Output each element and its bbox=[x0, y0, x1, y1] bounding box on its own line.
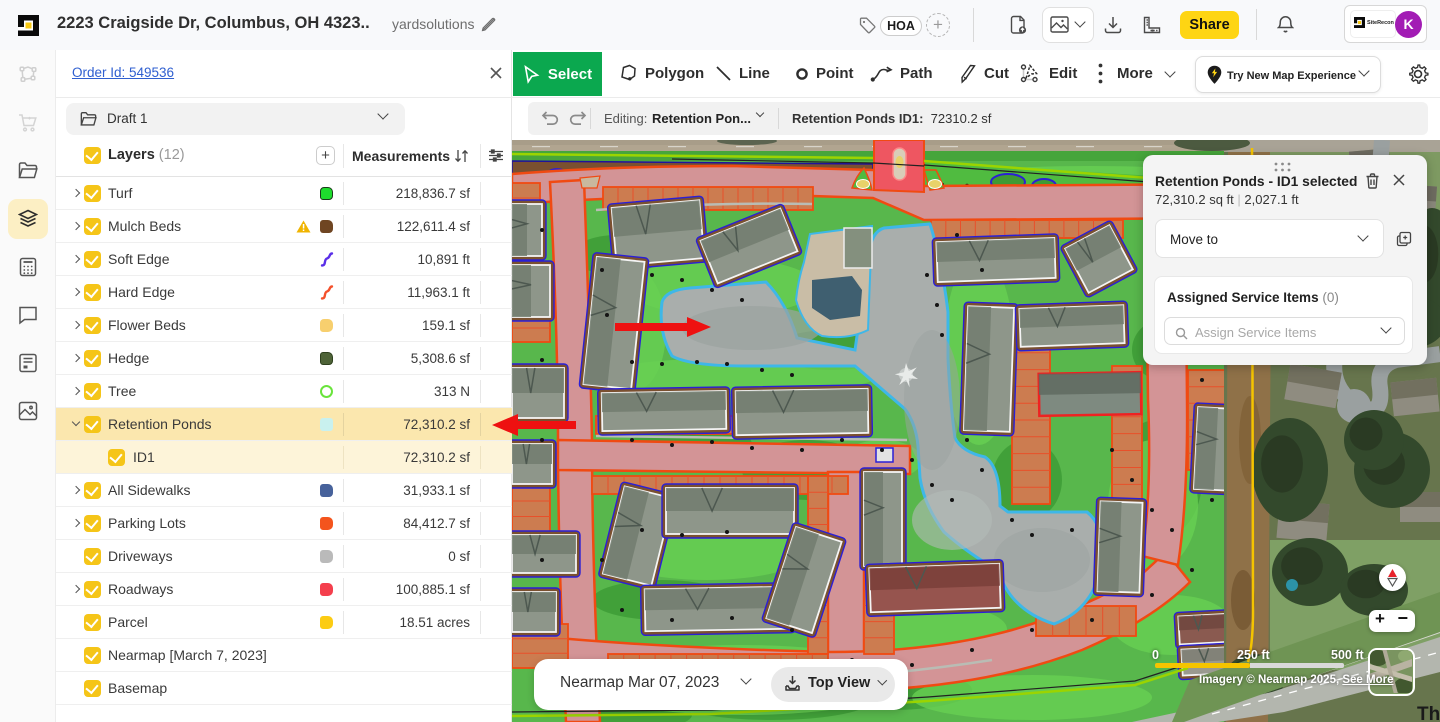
svg-text:Th: Th bbox=[1417, 704, 1440, 722]
